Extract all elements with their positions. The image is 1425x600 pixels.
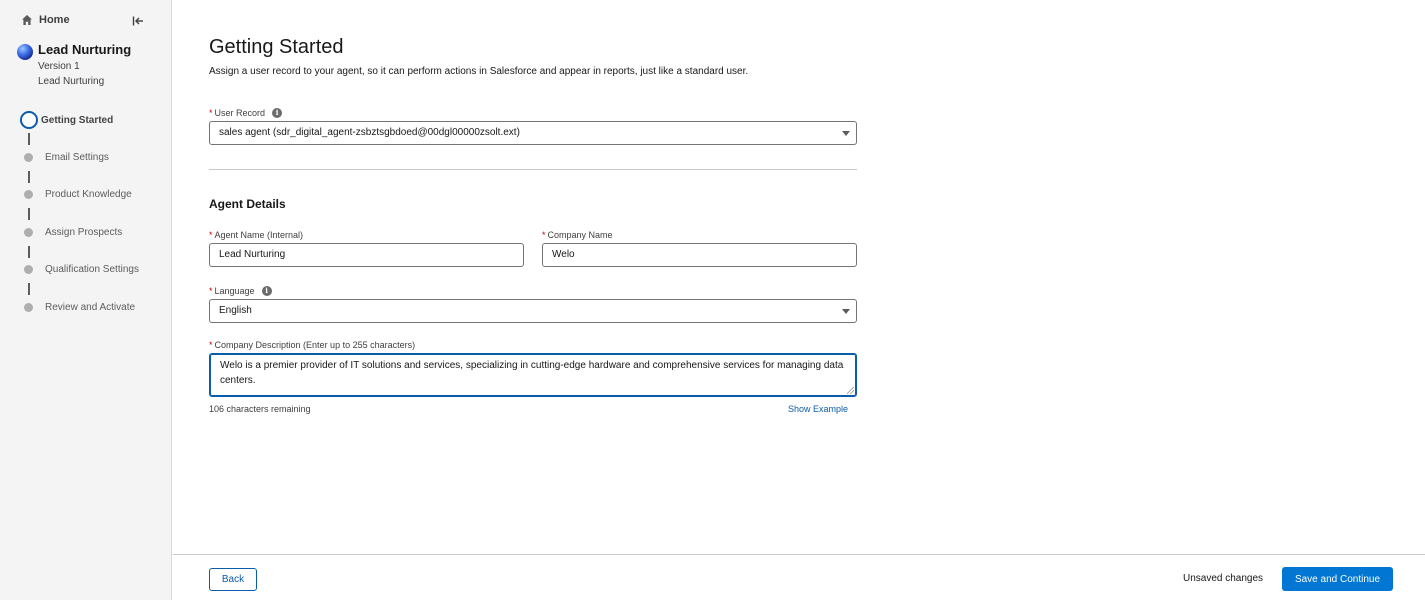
company-description-textarea[interactable]: Welo is a premier provider of IT solutio… xyxy=(209,353,857,397)
step-product-knowledge[interactable]: Product Knowledge xyxy=(20,189,132,200)
step-dot xyxy=(24,228,33,237)
footer-bar: Back Unsaved changes Save and Continue xyxy=(173,554,1425,600)
company-name-label: * Company Name xyxy=(542,230,613,240)
sidebar: Home Lead Nurturing Version 1 Lead Nurtu… xyxy=(0,0,172,600)
save-and-continue-button[interactable]: Save and Continue xyxy=(1282,567,1393,591)
step-dot xyxy=(24,303,33,312)
step-label: Getting Started xyxy=(41,114,114,126)
info-icon[interactable]: i xyxy=(261,286,272,296)
info-icon[interactable]: i xyxy=(272,108,283,118)
show-example-link[interactable]: Show Example xyxy=(788,404,848,414)
chevron-down-icon xyxy=(842,309,850,314)
section-title-agent-details: Agent Details xyxy=(209,197,286,211)
company-description-value: Welo is a premier provider of IT solutio… xyxy=(220,360,844,386)
step-dot xyxy=(24,153,33,162)
current-step-indicator xyxy=(20,111,38,129)
home-label: Home xyxy=(39,14,70,26)
section-divider xyxy=(209,169,857,170)
collapse-sidebar-icon[interactable] xyxy=(132,15,144,27)
step-qualification-settings[interactable]: Qualification Settings xyxy=(20,264,139,275)
step-review-and-activate[interactable]: Review and Activate xyxy=(20,302,135,313)
step-label: Qualification Settings xyxy=(45,264,139,275)
agent-type: Lead Nurturing xyxy=(38,76,105,87)
page-description: Assign a user record to your agent, so i… xyxy=(209,66,749,77)
required-marker: * xyxy=(209,108,213,118)
back-button[interactable]: Back xyxy=(209,568,257,591)
step-connector xyxy=(28,246,30,258)
required-marker: * xyxy=(209,230,213,240)
chevron-down-icon xyxy=(842,131,850,136)
company-name-input[interactable]: Welo xyxy=(542,243,857,267)
language-label-text: Language xyxy=(214,286,255,296)
company-description-label-text: Company Description (Enter up to 255 cha… xyxy=(214,340,416,350)
agent-name: Lead Nurturing xyxy=(38,42,132,57)
language-value: English xyxy=(219,305,252,316)
step-assign-prospects[interactable]: Assign Prospects xyxy=(20,227,122,238)
step-connector xyxy=(28,283,30,295)
step-connector xyxy=(28,133,30,145)
characters-remaining: 106 characters remaining xyxy=(209,404,311,414)
unsaved-changes-text: Unsaved changes xyxy=(1183,573,1264,584)
agent-version: Version 1 xyxy=(38,61,80,72)
agent-logo xyxy=(17,44,33,60)
step-getting-started[interactable]: Getting Started xyxy=(20,111,113,129)
required-marker: * xyxy=(209,286,213,296)
step-connector xyxy=(28,171,30,183)
step-dot xyxy=(24,190,33,199)
language-select[interactable]: English xyxy=(209,299,857,323)
required-marker: * xyxy=(209,340,213,350)
step-label: Product Knowledge xyxy=(45,189,132,200)
language-label: * Language i xyxy=(209,286,272,296)
home-link[interactable]: Home xyxy=(21,14,70,26)
main-content: Getting Started Assign a user record to … xyxy=(173,0,1425,554)
user-record-value: sales agent (sdr_digital_agent-zsbztsgbd… xyxy=(219,127,520,138)
agent-name-input[interactable]: Lead Nurturing xyxy=(209,243,524,267)
user-record-label: * User Record i xyxy=(209,108,283,118)
step-email-settings[interactable]: Email Settings xyxy=(20,152,109,163)
required-marker: * xyxy=(542,230,546,240)
resize-handle-icon[interactable] xyxy=(847,387,854,394)
step-connector xyxy=(28,208,30,220)
company-description-label: * Company Description (Enter up to 255 c… xyxy=(209,340,415,350)
step-label: Email Settings xyxy=(45,152,109,163)
user-record-label-text: User Record xyxy=(214,108,266,118)
step-label: Assign Prospects xyxy=(45,227,123,238)
company-name-label-text: Company Name xyxy=(547,230,613,240)
step-label: Review and Activate xyxy=(45,302,136,313)
agent-name-label: * Agent Name (Internal) xyxy=(209,230,303,240)
user-record-select[interactable]: sales agent (sdr_digital_agent-zsbztsgbd… xyxy=(209,121,857,145)
page-title: Getting Started xyxy=(209,36,344,58)
home-icon xyxy=(22,15,32,25)
step-dot xyxy=(24,265,33,274)
agent-name-label-text: Agent Name (Internal) xyxy=(214,230,304,240)
